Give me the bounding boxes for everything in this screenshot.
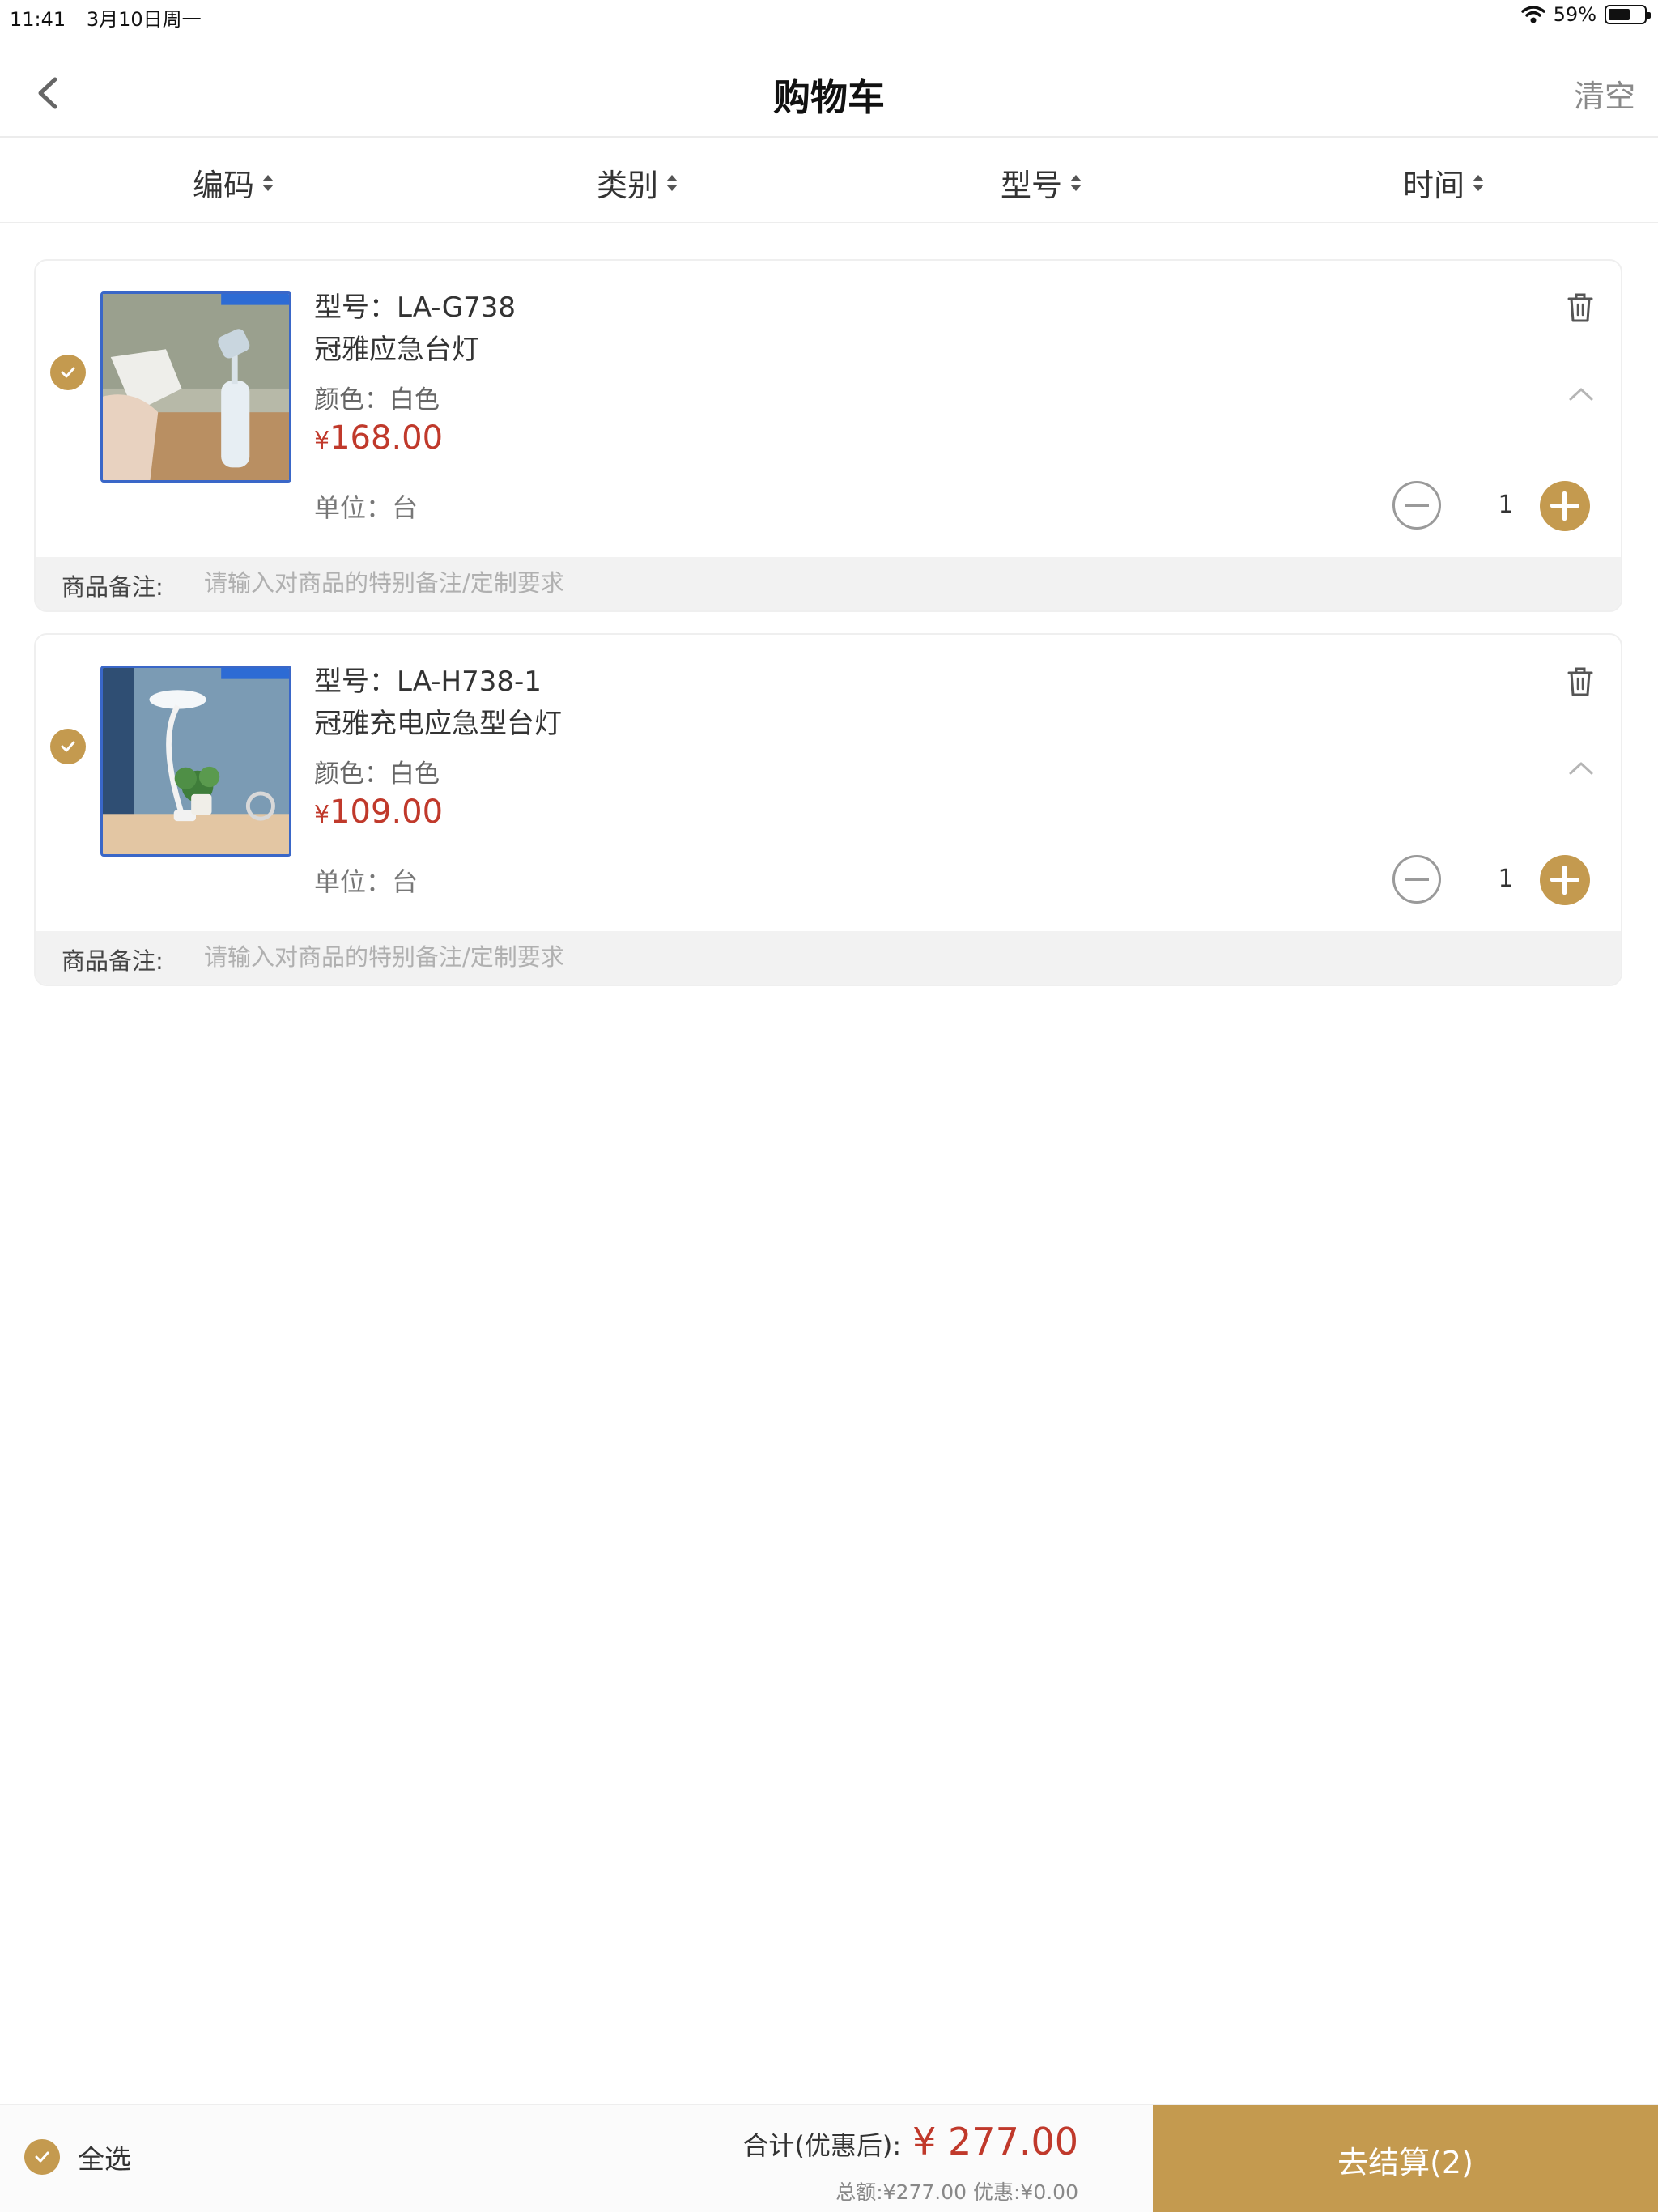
note-row: 商品备注: xyxy=(36,557,1621,610)
page-title: 购物车 xyxy=(773,75,885,119)
price-value: 109.00 xyxy=(329,793,444,831)
total-label: 合计(优惠后): xyxy=(742,2130,902,2161)
quantity-value[interactable]: 1 xyxy=(1490,491,1522,519)
chevron-up-icon[interactable] xyxy=(1566,384,1596,403)
status-date: 3月10日周一 xyxy=(86,8,202,31)
sort-by-code[interactable]: 编码 xyxy=(193,160,274,205)
wifi-icon xyxy=(1520,6,1545,23)
check-icon xyxy=(35,2151,49,2163)
product-unit: 单位：台 xyxy=(314,866,419,897)
sort-arrows-icon xyxy=(1473,174,1485,191)
product-model: 型号：LA-H738-1 xyxy=(314,666,542,698)
check-icon xyxy=(61,741,75,752)
sort-divider xyxy=(0,222,1658,223)
sort-arrows-icon xyxy=(1070,174,1082,191)
lamp-photo xyxy=(103,668,289,854)
product-name: 冠雅充电应急型台灯 xyxy=(314,708,562,740)
status-left: 11:41 3月10日周一 xyxy=(10,3,216,32)
note-input[interactable] xyxy=(204,936,1095,978)
clear-cart-button[interactable]: 清空 xyxy=(1574,71,1635,116)
chevron-up-icon[interactable] xyxy=(1566,758,1596,777)
total-value: ¥ 277.00 xyxy=(912,2120,1078,2163)
product-unit: 单位：台 xyxy=(314,492,419,523)
increase-quantity-button[interactable] xyxy=(1540,855,1590,905)
battery-icon xyxy=(1605,5,1651,24)
check-icon xyxy=(61,367,75,378)
decrease-quantity-button[interactable] xyxy=(1392,855,1441,904)
status-time: 11:41 xyxy=(10,8,66,31)
decrease-quantity-button[interactable] xyxy=(1392,481,1441,530)
cart-item: 型号：LA-G738 冠雅应急台灯 颜色：白色 ¥168.00 单位：台 1 商… xyxy=(34,259,1622,612)
battery-percent: 59% xyxy=(1553,3,1596,26)
note-row: 商品备注: xyxy=(36,931,1621,985)
checkout-footer: 全选 合计(优惠后): ¥ 277.00 总额:¥277.00 优惠:¥0.00… xyxy=(0,2104,1658,2212)
increase-quantity-button[interactable] xyxy=(1540,481,1590,531)
sort-label: 型号 xyxy=(1001,168,1063,203)
currency-symbol: ¥ xyxy=(314,801,330,829)
sort-by-time[interactable]: 时间 xyxy=(1403,160,1485,205)
note-label: 商品备注: xyxy=(62,573,164,601)
note-input[interactable] xyxy=(204,562,1095,604)
select-all-label: 全选 xyxy=(78,2143,131,2175)
product-price: ¥168.00 xyxy=(314,419,443,457)
trash-icon[interactable] xyxy=(1566,291,1595,324)
select-all-toggle[interactable]: 全选 xyxy=(24,2138,131,2176)
item-checkbox[interactable] xyxy=(50,355,86,390)
product-color: 颜色：白色 xyxy=(314,759,440,789)
sort-arrows-icon xyxy=(262,174,274,191)
product-model: 型号：LA-G738 xyxy=(314,291,516,324)
sort-by-category[interactable]: 类别 xyxy=(597,160,678,205)
cart-item: 型号：LA-H738-1 冠雅充电应急型台灯 颜色：白色 ¥109.00 单位：… xyxy=(34,633,1622,986)
price-value: 168.00 xyxy=(329,419,444,457)
price-summary: 总额:¥277.00 优惠:¥0.00 xyxy=(835,2180,1078,2204)
product-color: 颜色：白色 xyxy=(314,385,440,415)
product-name: 冠雅应急台灯 xyxy=(314,334,479,366)
sort-arrows-icon xyxy=(666,174,678,191)
sort-by-model[interactable]: 型号 xyxy=(1001,160,1082,205)
sort-label: 时间 xyxy=(1403,168,1465,203)
battery-fill xyxy=(1609,9,1630,20)
product-price: ¥109.00 xyxy=(314,793,443,831)
lamp-photo xyxy=(103,294,289,480)
status-bar: 11:41 3月10日周一 59% xyxy=(0,0,1658,32)
product-image[interactable] xyxy=(100,666,291,857)
quantity-value[interactable]: 1 xyxy=(1490,865,1522,893)
status-right: 59% xyxy=(1520,3,1651,26)
item-checkbox[interactable] xyxy=(50,729,86,764)
currency-symbol: ¥ xyxy=(314,427,330,455)
total-line: 合计(优惠后): ¥ 277.00 xyxy=(742,2120,1078,2163)
sort-label: 类别 xyxy=(597,168,659,203)
trash-icon[interactable] xyxy=(1566,666,1595,698)
checkout-button[interactable]: 去结算(2) xyxy=(1153,2105,1658,2212)
sort-label: 编码 xyxy=(193,168,255,203)
note-label: 商品备注: xyxy=(62,947,164,975)
select-all-checkbox[interactable] xyxy=(24,2139,60,2175)
nav-bar: 购物车 清空 xyxy=(0,49,1658,138)
product-image[interactable] xyxy=(100,291,291,483)
sort-bar: 编码 类别 型号 时间 xyxy=(0,138,1658,222)
